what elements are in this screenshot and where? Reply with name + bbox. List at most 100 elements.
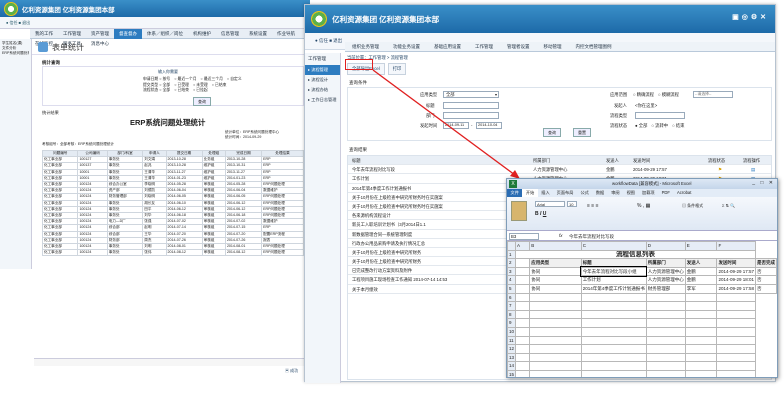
sheet-cell[interactable]	[716, 301, 756, 311]
user-icon[interactable]: ● 信任 ■ 退出	[6, 20, 30, 26]
sheet-cell[interactable]	[529, 369, 582, 377]
sheet-cell[interactable]: 否	[755, 275, 777, 285]
filter-option[interactable]: ○ 最近三个月	[201, 77, 223, 81]
tab-1[interactable]: 工作管理	[58, 29, 86, 39]
scope-option[interactable]: ○ 精确流程	[633, 92, 654, 97]
formula-input[interactable]: 今年去年流程对比写段	[569, 234, 614, 240]
format-icons[interactable]: % , ▦	[637, 203, 650, 209]
nav-tab-1[interactable]: 功能业务设置	[386, 42, 427, 52]
sheet-cell[interactable]	[684, 309, 718, 320]
ribbon-tab-0[interactable]: 文件	[507, 189, 523, 197]
sheet-cell[interactable]: 李军	[684, 283, 718, 294]
list-title[interactable]: 工程项目施工现场检查工作通知 2014-07-14 14:53	[352, 275, 447, 283]
sheet-cell[interactable]	[716, 335, 756, 346]
sheet-cell[interactable]: 2014年第4季度工作计划通报书	[580, 283, 647, 294]
flow-state-option[interactable]: ● 全部	[635, 123, 647, 128]
sheet-cell[interactable]	[580, 361, 647, 371]
sheet-cell[interactable]	[515, 283, 531, 294]
date-to-input[interactable]: 2014-10-04	[476, 122, 502, 129]
operation-icon[interactable]: ▤	[751, 165, 755, 173]
list-title[interactable]: 行政办公用品采购申请及执行情况汇总	[352, 239, 425, 247]
sheet-cell[interactable]	[645, 309, 686, 320]
filter-option[interactable]: ○ 未受理	[193, 83, 208, 87]
list-title[interactable]: 关于10月份在上级检查中研究所财务	[352, 257, 421, 265]
sheet-cell[interactable]	[645, 344, 686, 354]
style-icons[interactable]: ▤ 条件格式	[682, 203, 703, 209]
sheet-cell[interactable]	[645, 361, 686, 371]
tab-4[interactable]: 体系／组织／岗位	[142, 29, 188, 39]
ribbon-tab-6[interactable]: 审阅	[608, 189, 623, 197]
list-title[interactable]: 已完成整改行动方案资料及附件	[352, 266, 412, 274]
sheet-cell[interactable]	[645, 335, 686, 346]
sheet-cell[interactable]	[684, 352, 718, 363]
sidebar-item[interactable]: ▸ 流程管理	[305, 65, 340, 75]
sheet-cell[interactable]: 2014-09-29 18:01	[716, 275, 756, 285]
sheet-cell[interactable]	[580, 352, 647, 363]
list-title[interactable]: 新数据管理合同—系统管理制度	[352, 230, 412, 238]
sheet-cell[interactable]	[515, 335, 531, 346]
list-title[interactable]: 2014年第4季度工作计划通报书	[352, 184, 411, 192]
sheet-cell[interactable]	[645, 326, 686, 337]
nav-tab-5[interactable]: 移动管理	[537, 42, 569, 52]
sheet-cell[interactable]	[529, 352, 582, 363]
sheet-cell[interactable]	[580, 292, 647, 303]
filter-option[interactable]: ○ 已受理	[174, 83, 189, 87]
sheet-cell[interactable]: 财务管理部	[645, 283, 686, 294]
sheet-cell[interactable]	[716, 318, 756, 328]
window-controls[interactable]: ▣◎⚙✕	[732, 13, 769, 21]
list-title[interactable]: 关于10月份在上级检查中研究所财务时在实施案	[352, 202, 443, 210]
ribbon-tab-4[interactable]: 公式	[577, 189, 592, 197]
sheet-cell[interactable]	[684, 292, 718, 303]
sheet-cell[interactable]	[580, 344, 647, 354]
sheet-cell[interactable]	[515, 326, 531, 337]
ribbon-tab-2[interactable]: 插入	[538, 189, 553, 197]
sheet-cell[interactable]	[684, 344, 718, 354]
title-input[interactable]	[443, 102, 499, 109]
nav-tab-4[interactable]: 管理者设置	[500, 42, 537, 52]
query-button[interactable]: 查询	[193, 97, 211, 106]
sheet-cell[interactable]	[529, 326, 582, 337]
sidebar-item[interactable]: ▸ 流程设计	[305, 75, 340, 85]
cell-icons[interactable]: Σ ⇅ 🔍	[722, 203, 735, 208]
ribbon-tab-10[interactable]: Acrobat	[673, 189, 694, 196]
sheet-cell[interactable]: 人力资源管理中心	[645, 275, 686, 285]
excel-window-controls[interactable]: _ □ ✕	[752, 180, 775, 186]
sheet-cell[interactable]	[515, 318, 531, 328]
reset-button[interactable]: 重置	[573, 128, 591, 137]
sheet-cell[interactable]	[684, 301, 718, 311]
sheet-cell[interactable]: 协同	[529, 266, 582, 277]
nav-tab-6[interactable]: 内控文档管理图例	[569, 42, 619, 52]
sheet-cell[interactable]: 否	[755, 283, 777, 294]
sheet-cell[interactable]	[645, 292, 686, 303]
filter-option[interactable]: 申请日期 ○ 按号	[143, 77, 170, 81]
sheet-cell[interactable]	[645, 352, 686, 363]
sheet-cell[interactable]	[580, 301, 647, 311]
ribbon-tab-9[interactable]: PDF	[658, 189, 673, 196]
list-title[interactable]: 关于本月绩效	[352, 285, 378, 293]
sheet-cell[interactable]	[580, 335, 647, 346]
sheet-cell[interactable]	[515, 309, 531, 320]
tab-3[interactable]: 督查督办	[114, 29, 142, 39]
list-title[interactable]: 关于10月份在上级检查中研究所财务	[352, 248, 421, 256]
sheet-cell[interactable]	[515, 369, 531, 377]
sheet-cell[interactable]	[515, 344, 531, 354]
sheet-cell[interactable]	[684, 326, 718, 337]
sheet-cell[interactable]	[529, 335, 582, 346]
sheet-cell[interactable]	[515, 352, 531, 363]
sheet-cell[interactable]	[529, 309, 582, 320]
scope-option[interactable]: ○ 模糊流程	[658, 92, 679, 97]
list-title[interactable]: 新员工入职培训计划书（3月2014日1.1	[352, 220, 426, 228]
filter-option[interactable]: 提交类型 ○ 全部	[143, 83, 170, 87]
sheet-cell[interactable]: 人力资源管理中心	[645, 266, 686, 277]
apply-type-select[interactable]: 全部 ▾	[443, 91, 499, 98]
tab-8[interactable]: 作业导航	[272, 29, 300, 39]
sheet-cell[interactable]	[529, 361, 582, 371]
sheet-cell[interactable]: 金鹏	[684, 275, 718, 285]
flow-state-option[interactable]: ○ 结束	[672, 123, 684, 128]
list-title[interactable]: 关于10月份在上级检查中研究所财务时在实施案	[352, 193, 443, 201]
nav-tab-2[interactable]: 基础应用设置	[427, 42, 468, 52]
filter-option[interactable]: ○ 已结束	[174, 88, 189, 92]
filter-option[interactable]: ○ 已挂起	[193, 88, 208, 92]
sheet-cell[interactable]	[580, 318, 647, 328]
initiator-value[interactable]: <你在这里>	[635, 103, 657, 109]
